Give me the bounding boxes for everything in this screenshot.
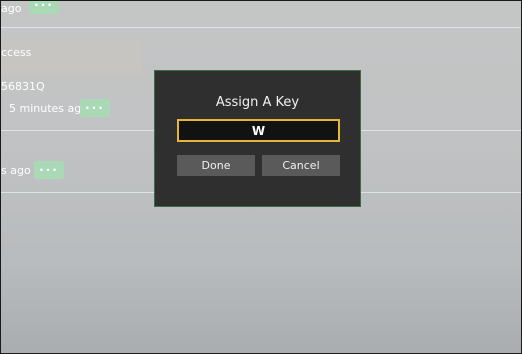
cancel-button[interactable]: Cancel xyxy=(262,155,340,176)
done-button[interactable]: Done xyxy=(177,155,255,176)
assign-key-dialog: Assign A Key Done Cancel xyxy=(154,70,361,207)
dialog-title: Assign A Key xyxy=(215,95,300,110)
app-screen: ago ··· ccess 56831Q 5 minutes ago ··· s… xyxy=(0,0,522,354)
key-input[interactable] xyxy=(177,119,340,142)
